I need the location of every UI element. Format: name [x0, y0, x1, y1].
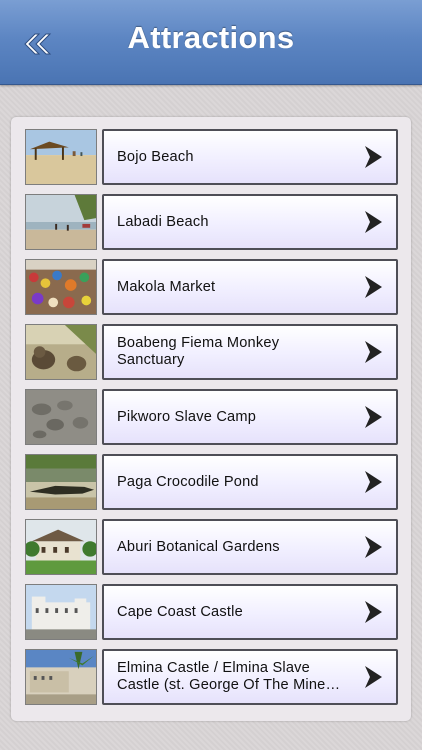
- list-item-button[interactable]: Cape Coast Castle: [102, 584, 398, 640]
- list-item-button[interactable]: Paga Crocodile Pond: [102, 454, 398, 510]
- list-item-button[interactable]: Makola Market: [102, 259, 398, 315]
- list-item-label: Makola Market: [117, 278, 216, 295]
- list-item[interactable]: Aburi Botanical Gardens: [25, 519, 398, 577]
- thumbnail-image: [25, 519, 97, 575]
- list-item[interactable]: Elmina Castle / Elmina Slave Castle (st.…: [25, 649, 398, 707]
- list-item-label: Elmina Castle / Elmina Slave Castle (st.…: [117, 660, 341, 693]
- thumbnail-image: [25, 129, 97, 185]
- list-item-button[interactable]: Aburi Botanical Gardens: [102, 519, 398, 575]
- beach-photo-icon: [26, 195, 96, 249]
- thumbnail-image: [25, 324, 97, 380]
- market-photo-icon: [26, 260, 96, 314]
- monkey-photo-icon: [26, 325, 96, 379]
- chevron-right-icon: [365, 276, 382, 298]
- list-item-button[interactable]: Labadi Beach: [102, 194, 398, 250]
- list-item-label: Aburi Botanical Gardens: [117, 538, 280, 555]
- thumbnail-image: [25, 194, 97, 250]
- list-item-label: Cape Coast Castle: [117, 603, 243, 620]
- list-item-button[interactable]: Bojo Beach: [102, 129, 398, 185]
- castle-photo-icon: [26, 585, 96, 639]
- chevron-right-icon: [365, 666, 382, 688]
- thumbnail-image: [25, 649, 97, 705]
- list-item[interactable]: Labadi Beach: [25, 194, 398, 252]
- list-item-label: Paga Crocodile Pond: [117, 473, 259, 490]
- garden-photo-icon: [26, 520, 96, 574]
- chevron-right-icon: [365, 341, 382, 363]
- navigation-bar: Attractions: [0, 0, 422, 85]
- thumbnail-image: [25, 389, 97, 445]
- chevron-right-icon: [365, 536, 382, 558]
- list-item-button[interactable]: Elmina Castle / Elmina Slave Castle (st.…: [102, 649, 398, 705]
- list-item[interactable]: Makola Market: [25, 259, 398, 317]
- attractions-list: Bojo Beach Labadi Beach Makola Market Bo…: [11, 117, 411, 721]
- beach-photo-icon: [26, 130, 96, 184]
- castle-photo-icon: [26, 650, 96, 704]
- list-item-button[interactable]: Pikworo Slave Camp: [102, 389, 398, 445]
- list-item[interactable]: Boabeng Fiema Monkey Sanctuary: [25, 324, 398, 382]
- crocodile-photo-icon: [26, 455, 96, 509]
- chevron-right-icon: [365, 601, 382, 623]
- list-item-button[interactable]: Boabeng Fiema Monkey Sanctuary: [102, 324, 398, 380]
- list-item[interactable]: Bojo Beach: [25, 129, 398, 187]
- list-item-label: Bojo Beach: [117, 148, 194, 165]
- list-item-label: Labadi Beach: [117, 213, 209, 230]
- chevron-right-icon: [365, 146, 382, 168]
- list-item-label: Pikworo Slave Camp: [117, 408, 257, 425]
- list-item[interactable]: Paga Crocodile Pond: [25, 454, 398, 512]
- rock-photo-icon: [26, 390, 96, 444]
- list-item[interactable]: Cape Coast Castle: [25, 584, 398, 642]
- chevron-right-icon: [365, 211, 382, 233]
- list-item-label: Boabeng Fiema Monkey Sanctuary: [117, 335, 280, 368]
- thumbnail-image: [25, 454, 97, 510]
- thumbnail-image: [25, 259, 97, 315]
- list-item[interactable]: Pikworo Slave Camp: [25, 389, 398, 447]
- chevron-right-icon: [365, 471, 382, 493]
- chevron-right-icon: [365, 406, 382, 428]
- page-title: Attractions: [127, 20, 295, 55]
- thumbnail-image: [25, 584, 97, 640]
